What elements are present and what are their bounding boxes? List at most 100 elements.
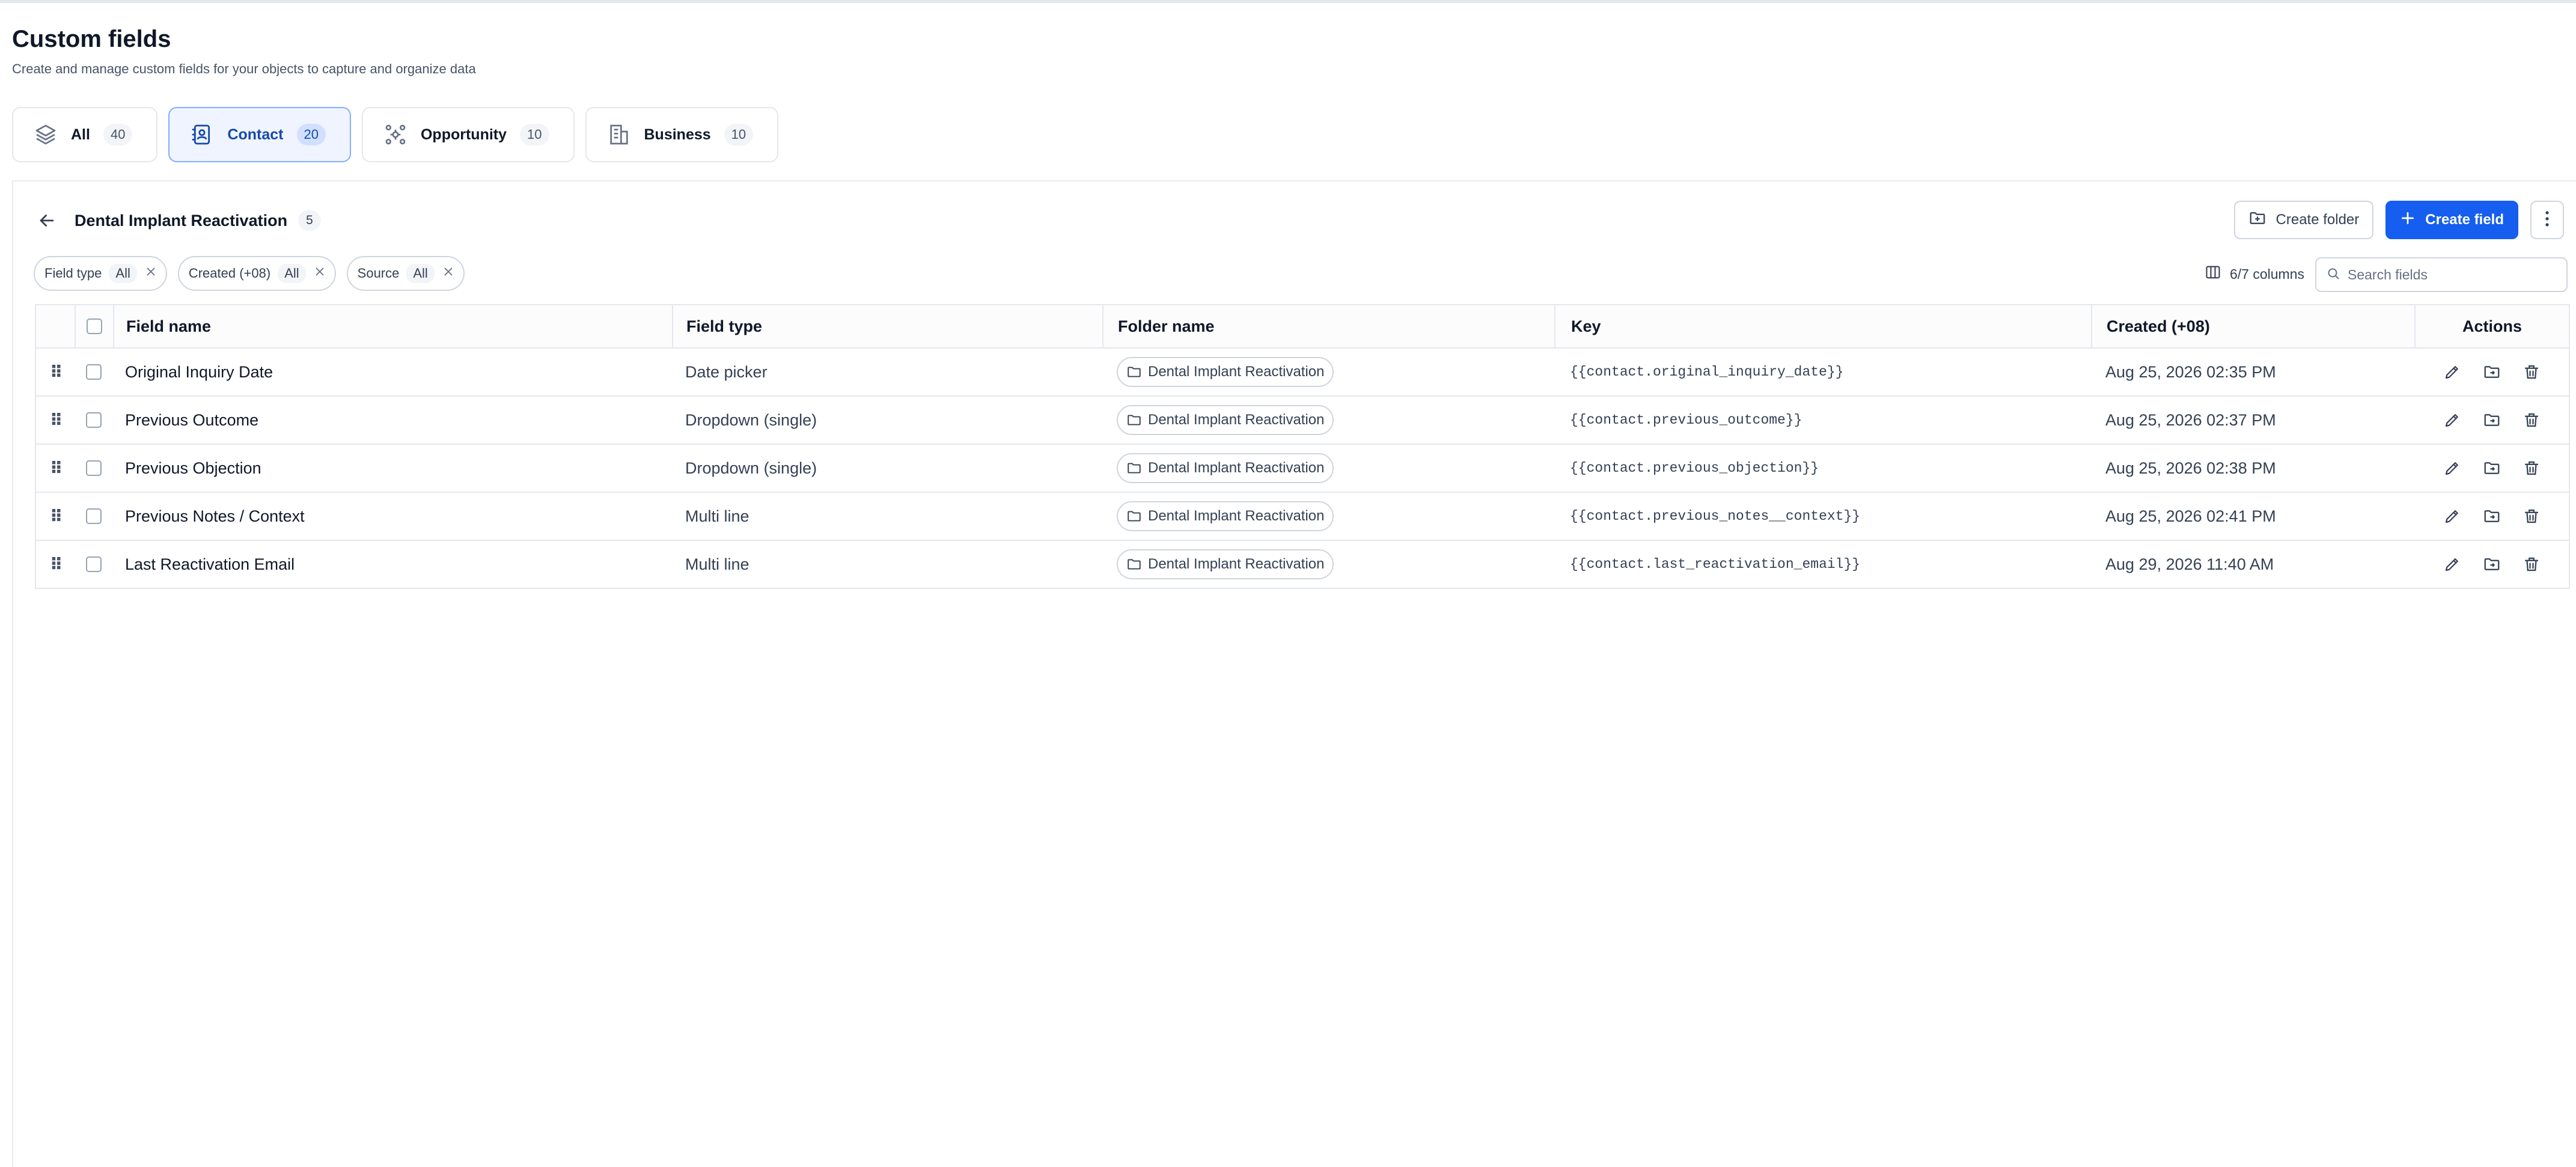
field-key: {{contact.previous_outcome}} — [1570, 412, 1802, 428]
folder-bar: Dental Implant Reactivation 5 — [35, 209, 321, 233]
select-all-checkbox[interactable] — [87, 318, 102, 334]
folder-chip[interactable]: Dental Implant Reactivation — [1117, 405, 1334, 435]
page-subtitle: Create and manage custom fields for your… — [12, 61, 476, 76]
filter-label: Field type — [44, 266, 102, 281]
folder-chip-label: Dental Implant Reactivation — [1148, 364, 1325, 380]
folder-icon — [1128, 511, 1141, 522]
field-key: {{contact.last_reactivation_email}} — [1570, 556, 1861, 572]
edit-icon[interactable] — [2441, 505, 2463, 527]
header-key[interactable]: Key — [1554, 305, 2091, 347]
header-field-type[interactable]: Field type — [672, 305, 1102, 347]
create-folder-label: Create folder — [2275, 212, 2360, 228]
close-icon[interactable] — [313, 265, 326, 282]
columns-label: 6/7 columns — [2229, 266, 2304, 282]
tab-all[interactable]: All 40 — [12, 107, 158, 162]
header-field-name[interactable]: Field name — [113, 305, 672, 347]
field-name: Last Reactivation Email — [125, 555, 295, 573]
field-name: Previous Notes / Context — [125, 507, 305, 525]
columns-toggle-button[interactable]: 6/7 columns — [2195, 257, 2314, 291]
field-type: Date picker — [685, 362, 768, 381]
folder-chip-label: Dental Implant Reactivation — [1148, 508, 1325, 524]
filter-value: All — [406, 264, 435, 283]
filter-label: Created (+08) — [188, 266, 271, 281]
columns-icon — [2205, 264, 2221, 284]
top-actions: Create folder Create field — [2233, 201, 2564, 239]
header-created[interactable]: Created (+08) — [2091, 305, 2414, 347]
table-row[interactable]: ⠿ Original Inquiry Date Date picker Dent… — [36, 347, 2569, 395]
row-checkbox[interactable] — [86, 460, 102, 476]
edit-icon[interactable] — [2441, 553, 2463, 575]
trash-icon[interactable] — [2521, 553, 2542, 575]
create-folder-button[interactable]: Create folder — [2233, 201, 2374, 239]
tab-label: Contact — [227, 126, 284, 143]
field-name: Original Inquiry Date — [125, 362, 273, 381]
field-key: {{contact.previous_notes__context}} — [1570, 508, 1861, 524]
folder-title: Dental Implant Reactivation — [75, 211, 288, 230]
tab-contact[interactable]: Contact 20 — [168, 107, 351, 162]
folder-chip[interactable]: Dental Implant Reactivation — [1117, 501, 1334, 531]
move-to-folder-icon[interactable] — [2481, 505, 2503, 527]
folder-chip-label: Dental Implant Reactivation — [1148, 412, 1325, 428]
field-type: Dropdown (single) — [685, 410, 817, 429]
fields-panel: Dental Implant Reactivation 5 Create fol… — [12, 180, 2576, 1167]
folder-chip[interactable]: Dental Implant Reactivation — [1117, 453, 1334, 483]
folder-icon — [1128, 367, 1141, 377]
filter-label: Source — [357, 266, 400, 281]
filter-created[interactable]: Created (+08) All — [177, 256, 336, 291]
table-row[interactable]: ⠿ Previous Notes / Context Multi line De… — [36, 492, 2569, 540]
drag-handle-icon[interactable]: ⠿ — [36, 493, 75, 540]
row-checkbox[interactable] — [86, 412, 102, 428]
filter-field-type[interactable]: Field type All — [34, 256, 167, 291]
header-folder-name[interactable]: Folder name — [1102, 305, 1554, 347]
edit-icon[interactable] — [2441, 409, 2463, 431]
create-field-button[interactable]: Create field — [2385, 201, 2518, 239]
table-row[interactable]: ⠿ Previous Objection Dropdown (single) D… — [36, 443, 2569, 492]
folder-icon — [1128, 415, 1141, 425]
close-icon[interactable] — [442, 265, 455, 282]
folder-count: 5 — [298, 210, 321, 231]
move-to-folder-icon[interactable] — [2481, 409, 2503, 431]
row-checkbox[interactable] — [86, 556, 102, 572]
edit-icon[interactable] — [2441, 361, 2463, 383]
opportunity-icon — [383, 123, 407, 147]
filter-value: All — [278, 264, 306, 283]
folder-plus-icon — [2248, 209, 2266, 231]
trash-icon[interactable] — [2521, 409, 2542, 431]
close-icon[interactable] — [144, 265, 157, 282]
vertical-dots-icon — [2545, 210, 2550, 230]
drag-handle-icon[interactable]: ⠿ — [36, 397, 75, 443]
filter-source[interactable]: Source All — [346, 256, 465, 291]
folder-chip[interactable]: Dental Implant Reactivation — [1117, 549, 1334, 579]
create-field-label: Create field — [2425, 212, 2504, 228]
move-to-folder-icon[interactable] — [2481, 361, 2503, 383]
edit-icon[interactable] — [2441, 457, 2463, 479]
move-to-folder-icon[interactable] — [2481, 553, 2503, 575]
trash-icon[interactable] — [2521, 361, 2542, 383]
trash-icon[interactable] — [2521, 505, 2542, 527]
folder-chip[interactable]: Dental Implant Reactivation — [1117, 357, 1334, 387]
drag-handle-icon[interactable]: ⠿ — [36, 541, 75, 588]
drag-handle-icon[interactable]: ⠿ — [36, 349, 75, 395]
select-all-cell — [75, 305, 113, 347]
fields-table: Field name Field type Folder name Key Cr… — [35, 304, 2570, 589]
tab-count: 20 — [296, 124, 326, 145]
row-checkbox[interactable] — [86, 364, 102, 380]
move-to-folder-icon[interactable] — [2481, 457, 2503, 479]
search-input[interactable] — [2348, 266, 2552, 283]
search-box[interactable] — [2315, 257, 2568, 292]
field-key: {{contact.previous_objection}} — [1570, 460, 1819, 476]
row-checkbox[interactable] — [86, 508, 102, 524]
filter-chips: Field type All Created (+08) All Source … — [34, 256, 465, 291]
more-options-button[interactable] — [2530, 201, 2564, 239]
back-arrow-icon[interactable] — [35, 209, 59, 233]
field-created: Aug 25, 2026 02:38 PM — [2105, 459, 2276, 477]
layers-icon — [34, 123, 58, 147]
page-header: Custom fields Create and manage custom f… — [12, 24, 476, 77]
tab-business[interactable]: Business 10 — [585, 107, 779, 162]
tab-opportunity[interactable]: Opportunity 10 — [361, 107, 575, 162]
table-row[interactable]: ⠿ Last Reactivation Email Multi line Den… — [36, 540, 2569, 588]
trash-icon[interactable] — [2521, 457, 2542, 479]
field-type: Multi line — [685, 555, 749, 573]
table-row[interactable]: ⠿ Previous Outcome Dropdown (single) Den… — [36, 395, 2569, 443]
drag-handle-icon[interactable]: ⠿ — [36, 445, 75, 492]
